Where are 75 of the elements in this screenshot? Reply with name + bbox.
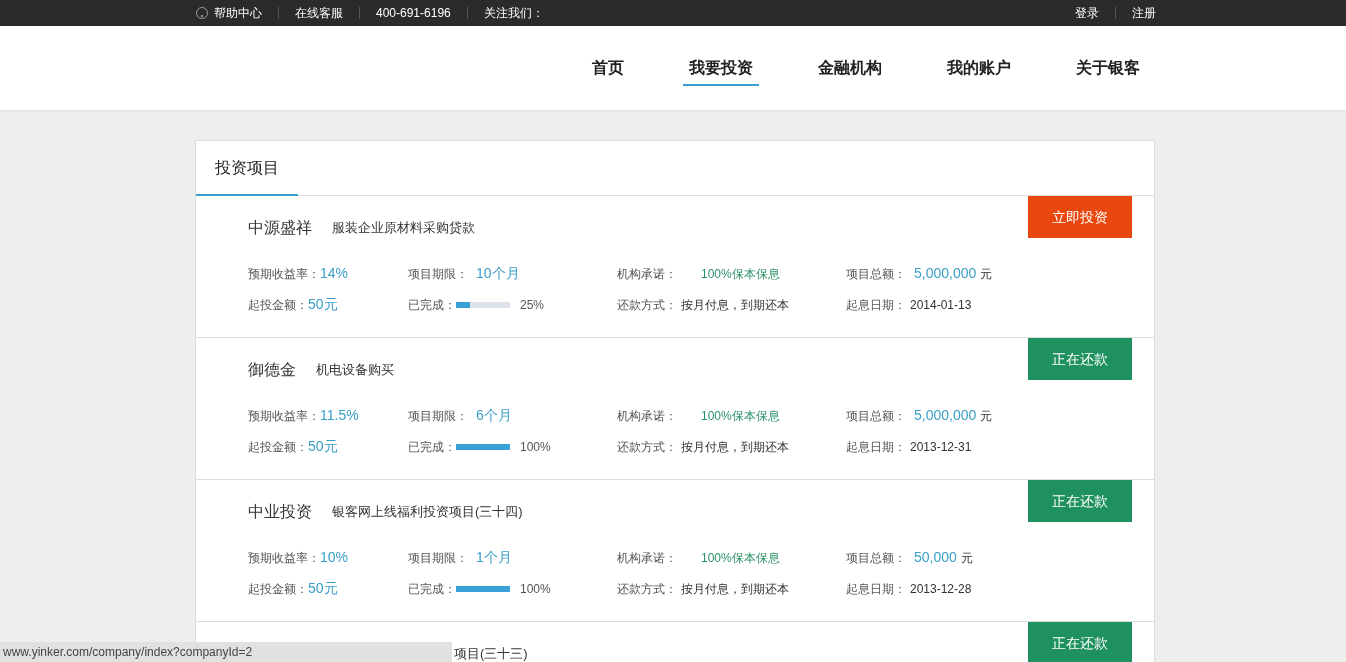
stat-value: 11.5%	[320, 406, 359, 425]
stat-label: 已完成：	[408, 438, 456, 456]
stat-label: 起投金额：	[248, 438, 308, 456]
stat-label: 项目总额：	[846, 265, 906, 283]
status-button[interactable]: 正在还款	[1028, 338, 1132, 380]
stat-label: 机构承诺：	[617, 265, 677, 283]
stat-label: 起息日期：	[846, 296, 906, 314]
stat-label: 还款方式：	[617, 296, 677, 314]
stat-label: 起投金额：	[248, 580, 308, 598]
stat-label: 项目期限：	[408, 265, 468, 283]
top-bar-link[interactable]: 关注我们：	[483, 4, 544, 22]
stat-label: 项目总额：	[846, 407, 906, 425]
project-description: 项目(三十三)	[454, 645, 528, 662]
nav-link[interactable]: 金融机构	[812, 56, 888, 86]
stat-value: 100%保本保息	[701, 407, 780, 425]
stat-value: 按月付息，到期还本	[681, 438, 789, 456]
project-description: 机电设备购买	[316, 361, 394, 380]
progress-percent: 100%	[520, 580, 551, 598]
stat-label: 已完成：	[408, 296, 456, 314]
stat-value: 10个月	[476, 264, 520, 283]
progress-percent: 100%	[520, 438, 551, 456]
nav-link[interactable]: 我的账户	[941, 56, 1017, 86]
stat-value: 2014-01-13	[910, 296, 972, 314]
project-description: 银客网上线福利投资项目(三十四)	[332, 503, 523, 522]
top-bar-link[interactable]: 帮助中心	[214, 4, 262, 22]
stat-label: 起息日期：	[846, 438, 906, 456]
stat-value: 5,000,000	[914, 264, 977, 283]
stat-value: 50元	[308, 437, 338, 456]
stat-label: 机构承诺：	[617, 407, 677, 425]
stat-value: 14%	[320, 264, 349, 283]
status-button[interactable]: 立即投资	[1028, 196, 1132, 238]
stat-value: 2013-12-31	[910, 438, 972, 456]
unit-label: 元	[960, 549, 973, 567]
stat-label: 还款方式：	[617, 580, 677, 598]
stat-value: 10%	[320, 548, 349, 567]
stat-value: 50元	[308, 295, 338, 314]
nav-link[interactable]: 首页	[586, 56, 630, 86]
auth-link[interactable]: 登录	[1075, 4, 1099, 22]
stat-label: 预期收益率：	[248, 407, 320, 425]
stat-label: 预期收益率：	[248, 265, 320, 283]
stat-value: 按月付息，到期还本	[681, 580, 789, 598]
stat-value: 2013-12-28	[910, 580, 972, 598]
stat-value: 按月付息，到期还本	[681, 296, 789, 314]
stat-label: 项目总额：	[846, 549, 906, 567]
top-bar-link[interactable]: 在线客服	[295, 4, 343, 22]
stat-value: 50元	[308, 579, 338, 598]
stat-label: 已完成：	[408, 580, 456, 598]
company-name[interactable]: 御德金	[248, 358, 296, 382]
link-status-bar: www.yinker.com/company/index?companyId=2	[0, 642, 452, 662]
stat-value: 100%保本保息	[701, 549, 780, 567]
progress-percent: 25%	[520, 296, 545, 314]
auth-link[interactable]: 注册	[1132, 4, 1156, 22]
stat-value: 5,000,000	[914, 406, 977, 425]
unit-label: 元	[980, 265, 993, 283]
project-description: 服装企业原材料采购贷款	[332, 219, 475, 238]
stat-label: 预期收益率：	[248, 549, 320, 567]
stat-label: 项目期限：	[408, 549, 468, 567]
status-button[interactable]: 正在还款	[1028, 622, 1132, 662]
stat-value: 6个月	[476, 406, 512, 425]
unit-label: 元	[980, 407, 993, 425]
company-name[interactable]: 中源盛祥	[248, 216, 312, 240]
status-button[interactable]: 正在还款	[1028, 480, 1132, 522]
stat-label: 还款方式：	[617, 438, 677, 456]
top-bar-link[interactable]: 400-691-6196	[376, 4, 451, 22]
company-name[interactable]: 中业投资	[248, 500, 312, 524]
stat-label: 机构承诺：	[617, 549, 677, 567]
stat-label: 起投金额：	[248, 296, 308, 314]
stat-value: 50,000	[914, 548, 957, 567]
stat-value: 100%保本保息	[701, 265, 780, 283]
stat-label: 起息日期：	[846, 580, 906, 598]
stat-value: 1个月	[476, 548, 512, 567]
stat-label: 项目期限：	[408, 407, 468, 425]
nav-link[interactable]: 我要投资	[683, 56, 759, 86]
nav-link[interactable]: 关于银客	[1070, 56, 1146, 86]
panel-tab[interactable]: 投资项目	[196, 141, 298, 196]
